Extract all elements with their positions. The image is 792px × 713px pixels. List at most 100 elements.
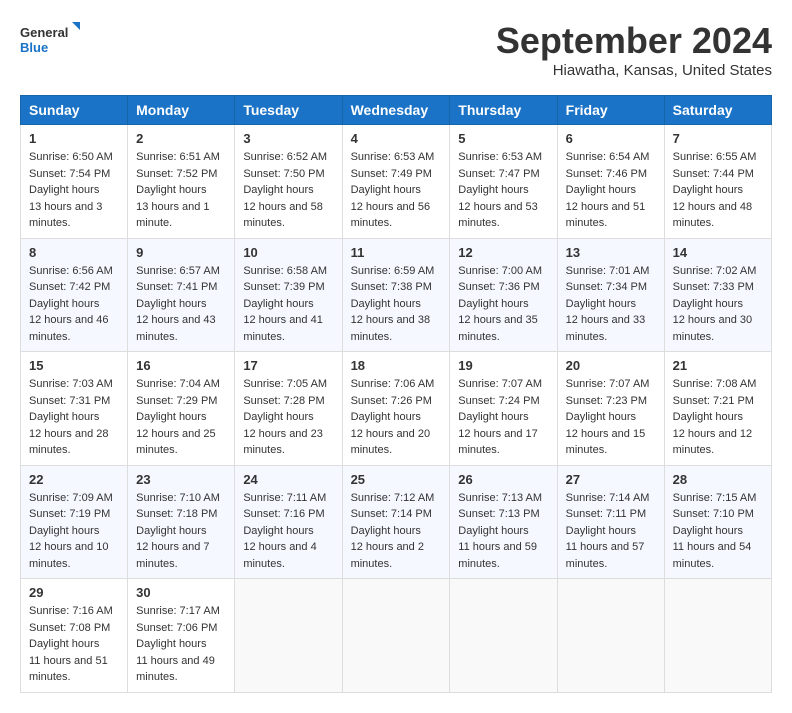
logo-svg: General Blue	[20, 20, 80, 60]
week-row-2: 8 Sunrise: 6:56 AM Sunset: 7:42 PM Dayli…	[21, 238, 772, 352]
day-cell: 20 Sunrise: 7:07 AM Sunset: 7:23 PM Dayl…	[557, 352, 664, 466]
calendar-header-row: Sunday Monday Tuesday Wednesday Thursday…	[21, 96, 772, 125]
day-cell	[342, 579, 450, 693]
day-cell: 12 Sunrise: 7:00 AM Sunset: 7:36 PM Dayl…	[450, 238, 557, 352]
day-cell: 27 Sunrise: 7:14 AM Sunset: 7:11 PM Dayl…	[557, 465, 664, 579]
day-info: Sunrise: 6:52 AM Sunset: 7:50 PM Dayligh…	[243, 149, 333, 232]
day-cell: 17 Sunrise: 7:05 AM Sunset: 7:28 PM Dayl…	[235, 352, 342, 466]
day-cell: 24 Sunrise: 7:11 AM Sunset: 7:16 PM Dayl…	[235, 465, 342, 579]
day-info: Sunrise: 7:13 AM Sunset: 7:13 PM Dayligh…	[458, 490, 548, 573]
day-info: Sunrise: 7:10 AM Sunset: 7:18 PM Dayligh…	[136, 490, 226, 573]
month-title: September 2024	[496, 20, 772, 62]
day-cell: 6 Sunrise: 6:54 AM Sunset: 7:46 PM Dayli…	[557, 125, 664, 239]
day-info: Sunrise: 6:54 AM Sunset: 7:46 PM Dayligh…	[566, 149, 656, 232]
day-number: 2	[136, 131, 226, 146]
day-cell	[557, 579, 664, 693]
day-info: Sunrise: 7:07 AM Sunset: 7:23 PM Dayligh…	[566, 376, 656, 459]
week-row-5: 29 Sunrise: 7:16 AM Sunset: 7:08 PM Dayl…	[21, 579, 772, 693]
day-info: Sunrise: 7:04 AM Sunset: 7:29 PM Dayligh…	[136, 376, 226, 459]
day-cell: 30 Sunrise: 7:17 AM Sunset: 7:06 PM Dayl…	[128, 579, 235, 693]
day-number: 1	[29, 131, 119, 146]
day-info: Sunrise: 7:06 AM Sunset: 7:26 PM Dayligh…	[351, 376, 442, 459]
col-sunday: Sunday	[21, 96, 128, 125]
day-info: Sunrise: 7:14 AM Sunset: 7:11 PM Dayligh…	[566, 490, 656, 573]
day-info: Sunrise: 6:53 AM Sunset: 7:47 PM Dayligh…	[458, 149, 548, 232]
location: Hiawatha, Kansas, United States	[496, 62, 772, 79]
day-cell: 4 Sunrise: 6:53 AM Sunset: 7:49 PM Dayli…	[342, 125, 450, 239]
day-number: 26	[458, 472, 548, 487]
day-info: Sunrise: 6:55 AM Sunset: 7:44 PM Dayligh…	[673, 149, 763, 232]
day-cell: 25 Sunrise: 7:12 AM Sunset: 7:14 PM Dayl…	[342, 465, 450, 579]
day-cell: 13 Sunrise: 7:01 AM Sunset: 7:34 PM Dayl…	[557, 238, 664, 352]
day-number: 6	[566, 131, 656, 146]
week-row-4: 22 Sunrise: 7:09 AM Sunset: 7:19 PM Dayl…	[21, 465, 772, 579]
day-number: 21	[673, 358, 763, 373]
logo: General Blue	[20, 20, 80, 60]
day-info: Sunrise: 6:51 AM Sunset: 7:52 PM Dayligh…	[136, 149, 226, 232]
day-info: Sunrise: 7:03 AM Sunset: 7:31 PM Dayligh…	[29, 376, 119, 459]
day-cell: 21 Sunrise: 7:08 AM Sunset: 7:21 PM Dayl…	[664, 352, 771, 466]
day-info: Sunrise: 6:53 AM Sunset: 7:49 PM Dayligh…	[351, 149, 442, 232]
day-number: 15	[29, 358, 119, 373]
day-number: 13	[566, 245, 656, 260]
day-cell: 7 Sunrise: 6:55 AM Sunset: 7:44 PM Dayli…	[664, 125, 771, 239]
day-info: Sunrise: 7:07 AM Sunset: 7:24 PM Dayligh…	[458, 376, 548, 459]
day-cell: 10 Sunrise: 6:58 AM Sunset: 7:39 PM Dayl…	[235, 238, 342, 352]
day-number: 12	[458, 245, 548, 260]
day-number: 25	[351, 472, 442, 487]
day-cell: 5 Sunrise: 6:53 AM Sunset: 7:47 PM Dayli…	[450, 125, 557, 239]
day-cell: 3 Sunrise: 6:52 AM Sunset: 7:50 PM Dayli…	[235, 125, 342, 239]
day-number: 30	[136, 585, 226, 600]
day-cell: 23 Sunrise: 7:10 AM Sunset: 7:18 PM Dayl…	[128, 465, 235, 579]
col-friday: Friday	[557, 96, 664, 125]
day-info: Sunrise: 7:11 AM Sunset: 7:16 PM Dayligh…	[243, 490, 333, 573]
day-number: 8	[29, 245, 119, 260]
day-number: 10	[243, 245, 333, 260]
svg-text:Blue: Blue	[20, 40, 48, 55]
day-cell: 11 Sunrise: 6:59 AM Sunset: 7:38 PM Dayl…	[342, 238, 450, 352]
day-info: Sunrise: 7:17 AM Sunset: 7:06 PM Dayligh…	[136, 603, 226, 686]
day-cell	[664, 579, 771, 693]
day-cell: 15 Sunrise: 7:03 AM Sunset: 7:31 PM Dayl…	[21, 352, 128, 466]
day-info: Sunrise: 7:12 AM Sunset: 7:14 PM Dayligh…	[351, 490, 442, 573]
day-info: Sunrise: 7:09 AM Sunset: 7:19 PM Dayligh…	[29, 490, 119, 573]
day-number: 7	[673, 131, 763, 146]
day-info: Sunrise: 7:00 AM Sunset: 7:36 PM Dayligh…	[458, 263, 548, 346]
col-tuesday: Tuesday	[235, 96, 342, 125]
day-number: 5	[458, 131, 548, 146]
day-number: 11	[351, 245, 442, 260]
svg-text:General: General	[20, 25, 68, 40]
day-cell: 14 Sunrise: 7:02 AM Sunset: 7:33 PM Dayl…	[664, 238, 771, 352]
calendar: Sunday Monday Tuesday Wednesday Thursday…	[20, 95, 772, 693]
day-cell: 28 Sunrise: 7:15 AM Sunset: 7:10 PM Dayl…	[664, 465, 771, 579]
day-cell: 8 Sunrise: 6:56 AM Sunset: 7:42 PM Dayli…	[21, 238, 128, 352]
day-info: Sunrise: 6:56 AM Sunset: 7:42 PM Dayligh…	[29, 263, 119, 346]
day-cell: 22 Sunrise: 7:09 AM Sunset: 7:19 PM Dayl…	[21, 465, 128, 579]
day-cell: 9 Sunrise: 6:57 AM Sunset: 7:41 PM Dayli…	[128, 238, 235, 352]
day-info: Sunrise: 7:15 AM Sunset: 7:10 PM Dayligh…	[673, 490, 763, 573]
title-section: September 2024 Hiawatha, Kansas, United …	[496, 20, 772, 79]
day-number: 19	[458, 358, 548, 373]
day-number: 3	[243, 131, 333, 146]
day-info: Sunrise: 6:50 AM Sunset: 7:54 PM Dayligh…	[29, 149, 119, 232]
col-saturday: Saturday	[664, 96, 771, 125]
week-row-1: 1 Sunrise: 6:50 AM Sunset: 7:54 PM Dayli…	[21, 125, 772, 239]
day-number: 23	[136, 472, 226, 487]
col-thursday: Thursday	[450, 96, 557, 125]
day-number: 28	[673, 472, 763, 487]
col-wednesday: Wednesday	[342, 96, 450, 125]
day-cell: 16 Sunrise: 7:04 AM Sunset: 7:29 PM Dayl…	[128, 352, 235, 466]
day-number: 9	[136, 245, 226, 260]
header: General Blue September 2024 Hiawatha, Ka…	[20, 20, 772, 79]
col-monday: Monday	[128, 96, 235, 125]
day-cell: 2 Sunrise: 6:51 AM Sunset: 7:52 PM Dayli…	[128, 125, 235, 239]
day-info: Sunrise: 7:02 AM Sunset: 7:33 PM Dayligh…	[673, 263, 763, 346]
day-info: Sunrise: 7:08 AM Sunset: 7:21 PM Dayligh…	[673, 376, 763, 459]
day-number: 4	[351, 131, 442, 146]
day-number: 20	[566, 358, 656, 373]
day-info: Sunrise: 6:59 AM Sunset: 7:38 PM Dayligh…	[351, 263, 442, 346]
day-number: 16	[136, 358, 226, 373]
day-info: Sunrise: 6:57 AM Sunset: 7:41 PM Dayligh…	[136, 263, 226, 346]
day-cell: 26 Sunrise: 7:13 AM Sunset: 7:13 PM Dayl…	[450, 465, 557, 579]
day-info: Sunrise: 7:05 AM Sunset: 7:28 PM Dayligh…	[243, 376, 333, 459]
